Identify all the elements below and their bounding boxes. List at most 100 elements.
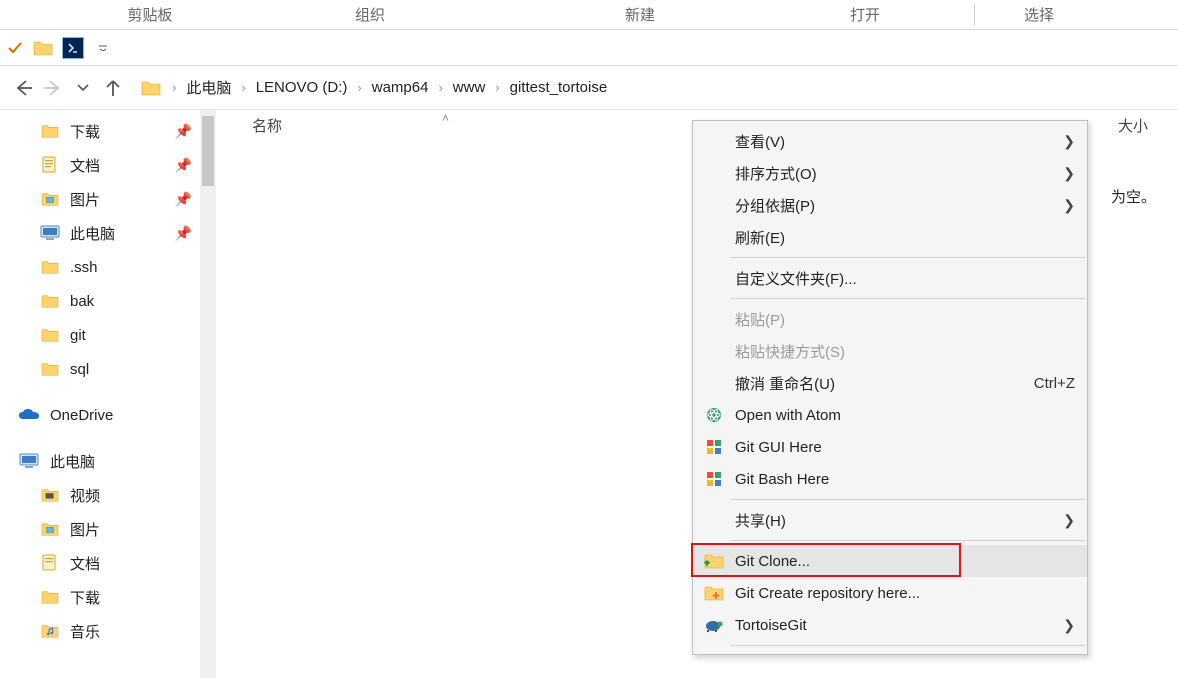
menu-separator xyxy=(731,298,1085,299)
ribbon-label-clipboard: 剪贴板 xyxy=(70,0,230,29)
sidebar-item-label: 图片 xyxy=(70,519,100,540)
sidebar-item-label: 文档 xyxy=(70,553,100,574)
chevron-right-icon: ❯ xyxy=(1063,165,1075,182)
menu-separator xyxy=(731,257,1085,258)
ctx-paste: 粘贴(P) xyxy=(693,303,1087,335)
folder-plus-icon xyxy=(703,582,725,604)
sidebar-item-pictures[interactable]: 图片 xyxy=(0,512,200,546)
chevron-right-icon: ❯ xyxy=(1063,133,1075,150)
sidebar-section-onedrive[interactable]: OneDrive xyxy=(0,398,200,432)
atom-icon xyxy=(703,404,725,426)
sidebar-item-documents[interactable]: 文档 xyxy=(0,546,200,580)
folder-icon xyxy=(40,587,60,607)
annotation-highlight xyxy=(691,543,961,577)
videos-icon xyxy=(40,485,60,505)
menu-separator xyxy=(731,499,1085,500)
ctx-group[interactable]: 分组依据(P) ❯ xyxy=(693,189,1087,221)
sidebar-item-label: 视频 xyxy=(70,485,100,506)
documents-icon xyxy=(40,155,60,175)
sidebar-item-downloads[interactable]: 下载 📌 xyxy=(0,114,200,148)
tortoise-icon xyxy=(703,614,725,636)
sidebar-item-label: 音乐 xyxy=(70,621,100,642)
ribbon-label-new: 新建 xyxy=(510,0,770,29)
pin-icon: 📌 xyxy=(175,225,192,242)
sidebar-item-label: git xyxy=(70,327,86,344)
sidebar-item-pictures[interactable]: 图片 📌 xyxy=(0,182,200,216)
folder-icon xyxy=(40,359,60,379)
sidebar-item-label: 此电脑 xyxy=(70,223,115,244)
nav-up-button[interactable] xyxy=(98,73,128,103)
nav-recent-dropdown[interactable] xyxy=(68,73,98,103)
music-icon xyxy=(40,621,60,641)
breadcrumb-item[interactable]: LENOVO (D:) xyxy=(252,75,352,100)
folder-icon xyxy=(40,291,60,311)
sidebar-item-label: sql xyxy=(70,361,89,378)
git-icon xyxy=(703,468,725,490)
ctx-share[interactable]: 共享(H) ❯ xyxy=(693,504,1087,536)
sidebar-item-documents[interactable]: 文档 📌 xyxy=(0,148,200,182)
ctx-customize-folder[interactable]: 自定义文件夹(F)... xyxy=(693,262,1087,294)
breadcrumb-item[interactable]: gittest_tortoise xyxy=(506,75,612,100)
chevron-right-icon[interactable]: › xyxy=(168,80,180,95)
ribbon-group-labels: 剪贴板 组织 新建 打开 选择 xyxy=(0,0,1178,30)
sidebar-item-sql[interactable]: sql xyxy=(0,352,200,386)
dropdown-icon[interactable] xyxy=(94,39,112,57)
menu-separator xyxy=(731,540,1085,541)
sidebar-item-label: 文档 xyxy=(70,155,100,176)
column-name[interactable]: 名称 ˄ xyxy=(252,115,672,136)
breadcrumb: › 此电脑 › LENOVO (D:) › wamp64 › www › git… xyxy=(140,73,611,102)
ctx-git-gui[interactable]: Git GUI Here xyxy=(693,431,1087,463)
sidebar-item-label: 图片 xyxy=(70,189,100,210)
address-bar: › 此电脑 › LENOVO (D:) › wamp64 › www › git… xyxy=(0,66,1178,110)
sidebar-item-music[interactable]: 音乐 xyxy=(0,614,200,648)
ctx-git-create-repo[interactable]: Git Create repository here... xyxy=(693,577,1087,609)
sidebar-item-git[interactable]: git xyxy=(0,318,200,352)
ctx-tortoisegit[interactable]: TortoiseGit ❯ xyxy=(693,609,1087,641)
ctx-git-clone[interactable]: Git Clone... xyxy=(693,545,1087,577)
sidebar-item-ssh[interactable]: .ssh xyxy=(0,250,200,284)
chevron-right-icon: ❯ xyxy=(1063,512,1075,529)
folder-icon xyxy=(40,325,60,345)
pin-icon: 📌 xyxy=(175,157,192,174)
sidebar-item-label: 下载 xyxy=(70,587,100,608)
context-menu: 查看(V) ❯ 排序方式(O) ❯ 分组依据(P) ❯ 刷新(E) 自定义文件夹… xyxy=(692,120,1088,655)
breadcrumb-item[interactable]: 此电脑 xyxy=(182,73,235,102)
onedrive-icon xyxy=(18,404,40,426)
ctx-undo-rename[interactable]: 撤消 重命名(U) Ctrl+Z xyxy=(693,367,1087,399)
sidebar-item-downloads[interactable]: 下载 xyxy=(0,580,200,614)
ctx-sort[interactable]: 排序方式(O) ❯ xyxy=(693,157,1087,189)
ribbon-label-select: 选择 xyxy=(989,0,1089,29)
nav-back-button[interactable] xyxy=(8,73,38,103)
breadcrumb-item[interactable]: www xyxy=(449,75,490,100)
checkmark-icon[interactable] xyxy=(4,37,26,59)
ctx-git-bash[interactable]: Git Bash Here xyxy=(693,463,1087,495)
shortcut-label: Ctrl+Z xyxy=(1034,375,1075,392)
chevron-right-icon[interactable]: › xyxy=(491,80,503,95)
sidebar-item-videos[interactable]: 视频 xyxy=(0,478,200,512)
column-size[interactable]: 大小 xyxy=(1118,115,1148,136)
sidebar-item-label: 此电脑 xyxy=(50,451,95,472)
chevron-right-icon[interactable]: › xyxy=(237,80,249,95)
folder-icon xyxy=(40,121,60,141)
powershell-icon[interactable] xyxy=(62,37,84,59)
chevron-right-icon[interactable]: › xyxy=(434,80,446,95)
chevron-right-icon[interactable]: › xyxy=(353,80,365,95)
sidebar-item-label: .ssh xyxy=(70,259,98,276)
sort-indicator-icon: ˄ xyxy=(442,111,449,125)
pin-icon: 📌 xyxy=(175,123,192,140)
ctx-open-with-atom[interactable]: Open with Atom xyxy=(693,399,1087,431)
folder-icon[interactable] xyxy=(32,37,54,59)
pin-icon: 📌 xyxy=(175,191,192,208)
computer-icon xyxy=(18,450,40,472)
sidebar-section-thispc[interactable]: 此电脑 xyxy=(0,444,200,478)
ribbon-label-organize: 组织 xyxy=(230,0,510,29)
nav-forward-button[interactable] xyxy=(38,73,68,103)
scrollbar-thumb[interactable] xyxy=(202,116,214,186)
chevron-right-icon: ❯ xyxy=(1063,617,1075,634)
breadcrumb-item[interactable]: wamp64 xyxy=(368,75,433,100)
ctx-refresh[interactable]: 刷新(E) xyxy=(693,221,1087,253)
sidebar-scrollbar[interactable] xyxy=(200,110,216,678)
sidebar-item-thispc[interactable]: 此电脑 📌 xyxy=(0,216,200,250)
sidebar-item-bak[interactable]: bak xyxy=(0,284,200,318)
ctx-view[interactable]: 查看(V) ❯ xyxy=(693,125,1087,157)
